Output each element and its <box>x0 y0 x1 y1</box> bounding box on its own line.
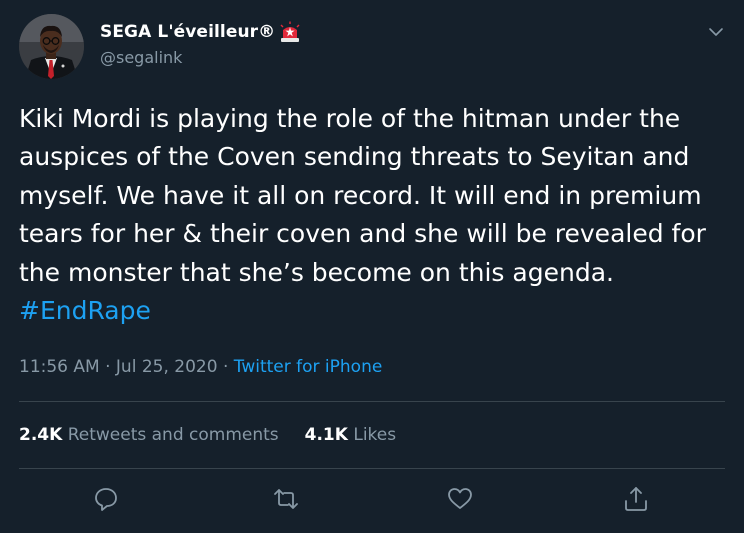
likes-stat[interactable]: 4.1K Likes <box>305 425 396 445</box>
tweet-stats: 2.4K Retweets and comments 4.1K Likes <box>19 425 396 445</box>
rotating-light-icon <box>279 21 301 43</box>
divider <box>19 468 725 469</box>
retweet-icon[interactable] <box>272 485 300 513</box>
retweets-count: 2.4K <box>19 425 63 445</box>
retweets-stat[interactable]: 2.4K Retweets and comments <box>19 425 279 445</box>
tweet-body: Kiki Mordi is playing the role of the hi… <box>19 104 706 287</box>
user-handle[interactable]: @segalink <box>100 48 182 67</box>
retweets-label: Retweets and comments <box>67 425 279 445</box>
avatar[interactable] <box>19 14 84 79</box>
divider <box>19 401 725 402</box>
likes-count: 4.1K <box>304 425 348 445</box>
tweet-card: SEGA L'éveilleur® @segalink Kiki Mordi i… <box>0 0 744 533</box>
action-bar <box>0 485 744 517</box>
display-name[interactable]: SEGA L'éveilleur® <box>100 22 275 42</box>
chevron-down-icon[interactable] <box>708 24 724 40</box>
likes-label: Likes <box>353 425 397 445</box>
meta-separator: · <box>222 357 229 377</box>
tweet-text: Kiki Mordi is playing the role of the hi… <box>19 100 731 330</box>
meta-separator: · <box>105 357 111 377</box>
tweet-meta: 11:56 AM · Jul 25, 2020 · Twitter for iP… <box>19 357 382 377</box>
share-icon[interactable] <box>622 485 650 513</box>
like-icon[interactable] <box>446 485 474 513</box>
name-row: SEGA L'éveilleur® <box>100 20 301 44</box>
hashtag-link[interactable]: #EndRape <box>19 296 151 325</box>
reply-icon[interactable] <box>92 485 120 513</box>
tweet-time[interactable]: 11:56 AM <box>19 357 100 377</box>
tweet-source-link[interactable]: Twitter for iPhone <box>234 357 383 377</box>
tweet-date[interactable]: Jul 25, 2020 <box>116 357 218 377</box>
